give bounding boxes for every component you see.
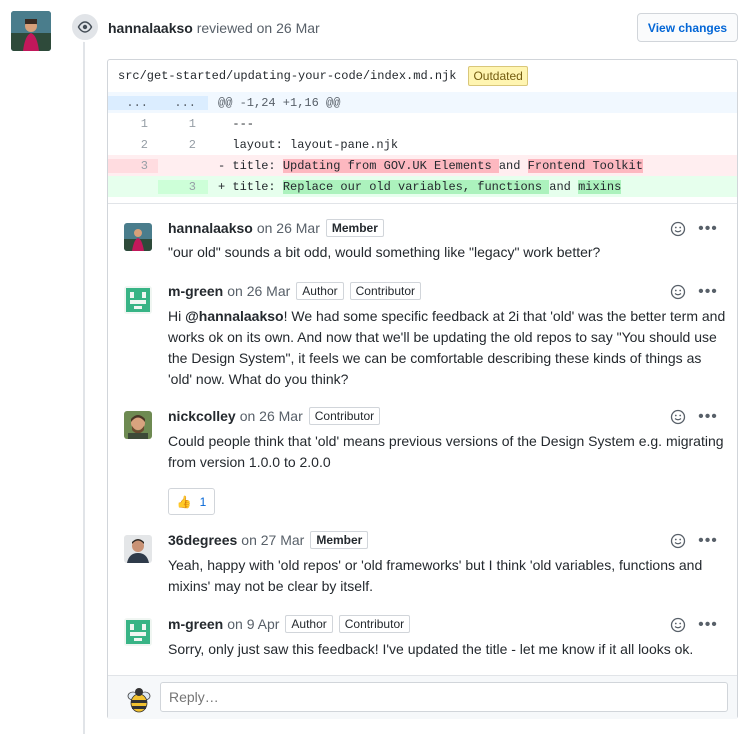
kebab-horizontal-icon[interactable]: ••• bbox=[698, 407, 718, 427]
comment-header: m-green on 26 Mar Author Contributor bbox=[168, 281, 422, 301]
reply-input[interactable] bbox=[160, 682, 728, 712]
reviewer-avatar-image bbox=[11, 11, 51, 51]
role-badge: Author bbox=[296, 282, 344, 300]
kebab-horizontal-icon[interactable]: ••• bbox=[698, 219, 718, 239]
line-code: + title: Replace our old variables, func… bbox=[208, 179, 622, 194]
comment-body: Sorry, only just saw this feedback! I've… bbox=[168, 641, 694, 657]
comment-date[interactable]: on 27 Mar bbox=[241, 530, 304, 550]
diff-line-deleted: 3 - title: Updating from GOV.UK Elements… bbox=[108, 155, 737, 176]
comment-body-prefix: Hi bbox=[168, 308, 186, 324]
role-badge: Member bbox=[325, 219, 384, 237]
comment-body: Yeah, happy with 'old repos' or 'old fra… bbox=[168, 557, 703, 594]
avatar[interactable] bbox=[124, 411, 152, 439]
view-changes-button[interactable]: View changes bbox=[637, 13, 738, 42]
review-action: reviewed bbox=[196, 20, 253, 36]
role-badge: Member bbox=[310, 531, 369, 549]
line-prefix: - title: bbox=[218, 158, 283, 173]
comment-date[interactable]: on 9 Apr bbox=[227, 614, 279, 634]
avatar[interactable] bbox=[124, 223, 152, 251]
comment-header: m-green on 9 Apr Author Contributor bbox=[168, 614, 411, 634]
line-code: --- bbox=[218, 116, 255, 131]
new-line-number[interactable]: 1 bbox=[158, 117, 208, 131]
eye-icon bbox=[77, 21, 93, 33]
comment-author[interactable]: nickcolley bbox=[168, 406, 236, 426]
new-line-number[interactable]: 2 bbox=[158, 138, 208, 152]
hunk-expand-right[interactable]: ... bbox=[158, 95, 208, 110]
avatar[interactable] bbox=[124, 618, 152, 646]
smiley-icon[interactable] bbox=[668, 407, 688, 427]
comment-author[interactable]: 36degrees bbox=[168, 530, 237, 550]
line-code: - title: Updating from GOV.UK Elements a… bbox=[208, 158, 643, 173]
line-middle: and bbox=[549, 179, 579, 194]
deleted-segment: Updating from GOV.UK Elements bbox=[282, 158, 499, 173]
kebab-horizontal-icon[interactable]: ••• bbox=[698, 531, 718, 551]
review-event-badge bbox=[70, 12, 100, 42]
avatar-image bbox=[124, 286, 152, 314]
comment-date[interactable]: on 26 Mar bbox=[227, 281, 290, 301]
new-line-number[interactable]: 3 bbox=[158, 179, 208, 194]
comment-body: Could people think that 'old' means prev… bbox=[168, 433, 724, 470]
file-path-link[interactable]: src/get-started/updating-your-code/index… bbox=[118, 69, 456, 83]
review-author-link[interactable]: hannalaakso bbox=[108, 20, 193, 36]
smiley-icon[interactable] bbox=[668, 219, 688, 239]
line-middle: and bbox=[498, 158, 528, 173]
smiley-icon[interactable] bbox=[668, 531, 688, 551]
comment-header: 36degrees on 27 Mar Member bbox=[168, 530, 369, 550]
diff-line-added: 3 + title: Replace our old variables, fu… bbox=[108, 176, 737, 197]
reaction-count: 1 bbox=[199, 494, 207, 509]
smiley-icon[interactable] bbox=[668, 282, 688, 302]
diff-hunk-row: ... ... @@ -1,24 +1,16 @@ bbox=[108, 92, 737, 113]
review-thread-box: src/get-started/updating-your-code/index… bbox=[107, 59, 738, 719]
avatar[interactable] bbox=[124, 535, 152, 563]
avatar-image bbox=[124, 411, 152, 439]
comment-author[interactable]: m-green bbox=[168, 614, 223, 634]
comment-date[interactable]: on 26 Mar bbox=[257, 218, 320, 238]
role-badge: Author bbox=[285, 615, 333, 633]
timeline-line bbox=[83, 40, 85, 734]
comment-date[interactable]: on 26 Mar bbox=[240, 406, 303, 426]
review-header: hannalaakso reviewed on 26 Mar bbox=[108, 18, 320, 38]
comment-list: hannalaakso on 26 Mar Member ••• "our ol… bbox=[108, 203, 737, 676]
reviewer-avatar[interactable] bbox=[11, 11, 51, 51]
reaction-button[interactable]: 👍 1 bbox=[168, 488, 215, 515]
line-code: layout: layout-pane.njk bbox=[218, 137, 399, 152]
role-badge: Contributor bbox=[349, 282, 422, 300]
added-segment: Replace our old variables, functions bbox=[282, 179, 550, 194]
comment-author[interactable]: m-green bbox=[168, 281, 223, 301]
thumbs-up-icon: 👍 bbox=[176, 494, 192, 509]
current-user-avatar[interactable] bbox=[124, 684, 154, 714]
avatar-image bbox=[124, 618, 152, 646]
review-date[interactable]: on 26 Mar bbox=[257, 20, 320, 36]
comment-author[interactable]: hannalaakso bbox=[168, 218, 253, 238]
line-prefix: + title: bbox=[218, 179, 283, 194]
avatar-image bbox=[124, 223, 152, 251]
outdated-badge: Outdated bbox=[468, 66, 528, 86]
kebab-horizontal-icon[interactable]: ••• bbox=[698, 615, 718, 635]
old-line-number[interactable]: 3 bbox=[108, 158, 158, 173]
diff-line: 1 1 --- bbox=[108, 113, 737, 134]
old-line-number[interactable]: 2 bbox=[108, 138, 158, 152]
avatar[interactable] bbox=[124, 286, 152, 314]
file-header: src/get-started/updating-your-code/index… bbox=[108, 60, 737, 92]
user-mention-link[interactable]: @hannalaakso bbox=[185, 308, 283, 324]
comment-body: "our old" sounds a bit odd, would someth… bbox=[168, 244, 601, 260]
role-badge: Contributor bbox=[308, 407, 381, 425]
comment-header: nickcolley on 26 Mar Contributor bbox=[168, 406, 381, 426]
diff-table: ... ... @@ -1,24 +1,16 @@ 1 1 --- 2 2 la… bbox=[108, 92, 737, 197]
old-line-number[interactable]: 1 bbox=[108, 117, 158, 131]
hunk-expand-left[interactable]: ... bbox=[108, 95, 158, 110]
avatar-image bbox=[124, 535, 152, 563]
reply-bar bbox=[108, 675, 737, 719]
hunk-header: @@ -1,24 +1,16 @@ bbox=[218, 95, 341, 110]
role-badge: Contributor bbox=[338, 615, 411, 633]
comment-body: Hi @hannalaakso! We had some specific fe… bbox=[168, 306, 728, 390]
smiley-icon[interactable] bbox=[668, 615, 688, 635]
diff-line: 2 2 layout: layout-pane.njk bbox=[108, 134, 737, 155]
bee-avatar-image bbox=[124, 684, 154, 714]
comment-header: hannalaakso on 26 Mar Member bbox=[168, 218, 384, 238]
kebab-horizontal-icon[interactable]: ••• bbox=[698, 282, 718, 302]
added-segment: mixins bbox=[578, 179, 622, 194]
deleted-segment: Frontend Toolkit bbox=[527, 158, 643, 173]
